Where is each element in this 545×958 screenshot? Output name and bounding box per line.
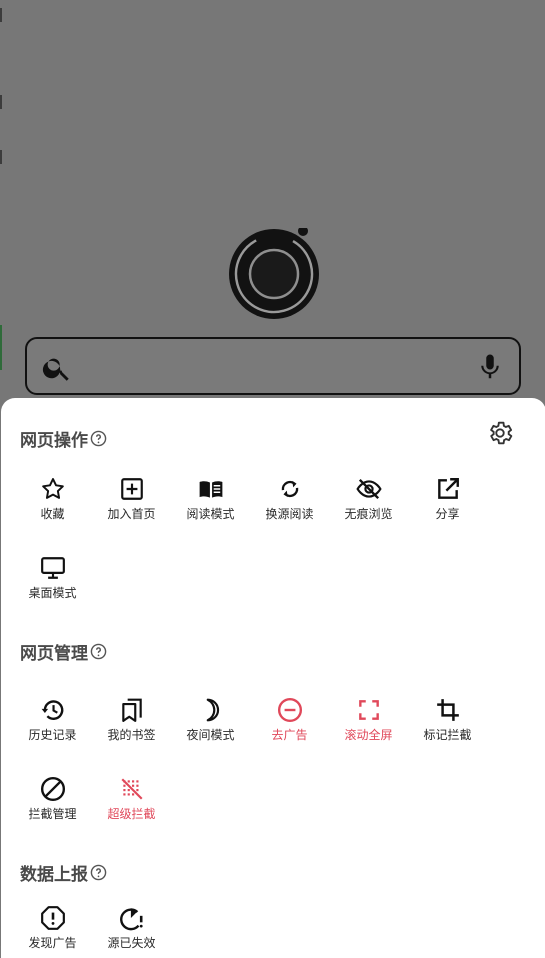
add-box-icon <box>120 478 143 500</box>
help-icon[interactable] <box>90 643 107 660</box>
menu-item-label: 加入首页 <box>107 507 156 521</box>
mic-icon[interactable] <box>475 351 505 383</box>
help-icon[interactable] <box>90 864 107 881</box>
menu-item-desktop-mode[interactable]: 桌面模式 <box>13 555 92 601</box>
app-logo <box>229 228 319 319</box>
section-title-page-management: 网页管理 <box>20 639 107 664</box>
menu-item-label: 阅读模式 <box>186 507 235 521</box>
menu-item-share[interactable]: 分享 <box>408 476 487 522</box>
menu-item-label: 发现广告 <box>28 936 77 950</box>
share-icon <box>437 478 459 499</box>
star-icon <box>41 478 64 499</box>
menu-item-label: 无痕浏览 <box>344 507 393 521</box>
menu-item-incognito[interactable]: 无痕浏览 <box>329 476 408 522</box>
history-icon <box>41 700 63 720</box>
edge-mark <box>0 325 2 370</box>
menu-sheet: 网页操作 收藏 加入首页 阅读模式 换源阅读 无痕浏览 分享 桌面模式 网页管理… <box>1 398 545 958</box>
crop-icon <box>436 699 459 721</box>
section-title-label: 网页管理 <box>20 644 88 664</box>
edge-mark <box>0 150 2 164</box>
menu-item-label: 收藏 <box>40 507 65 521</box>
eye-off-icon <box>355 478 382 500</box>
pie-alert-icon <box>119 908 143 931</box>
minus-circle-icon <box>277 697 302 723</box>
section-title-label: 数据上报 <box>20 865 88 885</box>
menu-item-report-ad[interactable]: 发现广告 <box>13 905 92 951</box>
fullscreen-icon <box>358 700 379 720</box>
search-icon[interactable] <box>41 352 73 384</box>
help-icon[interactable] <box>90 430 107 447</box>
menu-item-label: 去广告 <box>271 728 308 742</box>
menu-item-favorite[interactable]: 收藏 <box>13 476 92 522</box>
menu-item-label: 拦截管理 <box>28 807 77 821</box>
book-open-icon <box>199 481 222 498</box>
menu-item-history[interactable]: 历史记录 <box>13 697 92 743</box>
gear-icon[interactable] <box>486 419 514 447</box>
refresh-icon <box>281 480 298 498</box>
menu-item-scroll-fullscreen[interactable]: 滚动全屏 <box>329 697 408 743</box>
menu-item-reading-mode[interactable]: 阅读模式 <box>171 476 250 522</box>
section-title-label: 网页操作 <box>20 431 88 451</box>
block-icon <box>40 776 65 802</box>
menu-item-label: 夜间模式 <box>186 728 235 742</box>
menu-item-label: 分享 <box>435 507 460 521</box>
menu-item-remove-ads[interactable]: 去广告 <box>250 697 329 743</box>
menu-item-label: 源已失效 <box>107 936 156 950</box>
menu-item-label: 换源阅读 <box>265 507 314 521</box>
edge-mark <box>0 8 2 22</box>
monitor-icon <box>40 557 65 579</box>
menu-item-mark-block[interactable]: 标记拦截 <box>408 697 487 743</box>
menu-item-label: 我的书签 <box>107 728 156 742</box>
alert-octagon-icon <box>40 906 65 930</box>
menu-item-label: 桌面模式 <box>28 586 77 600</box>
menu-item-source-invalid[interactable]: 源已失效 <box>92 905 171 951</box>
moon-icon <box>206 698 219 722</box>
menu-item-switch-source[interactable]: 换源阅读 <box>250 476 329 522</box>
menu-item-label: 滚动全屏 <box>344 728 393 742</box>
menu-item-bookmarks[interactable]: 我的书签 <box>92 697 171 743</box>
grid-off-icon <box>120 778 143 800</box>
menu-item-label: 超级拦截 <box>107 807 156 821</box>
menu-item-block-management[interactable]: 拦截管理 <box>13 776 92 822</box>
menu-item-super-block[interactable]: 超级拦截 <box>92 776 171 822</box>
section-title-data-report: 数据上报 <box>20 860 107 885</box>
menu-item-label: 历史记录 <box>28 728 77 742</box>
menu-item-night-mode[interactable]: 夜间模式 <box>171 697 250 743</box>
bookmarks-icon <box>121 698 142 722</box>
edge-mark <box>0 95 2 109</box>
section-title-page-actions: 网页操作 <box>20 426 107 451</box>
menu-item-label: 标记拦截 <box>423 728 472 742</box>
menu-item-add-to-home[interactable]: 加入首页 <box>92 476 171 522</box>
search-bar[interactable] <box>25 337 521 395</box>
